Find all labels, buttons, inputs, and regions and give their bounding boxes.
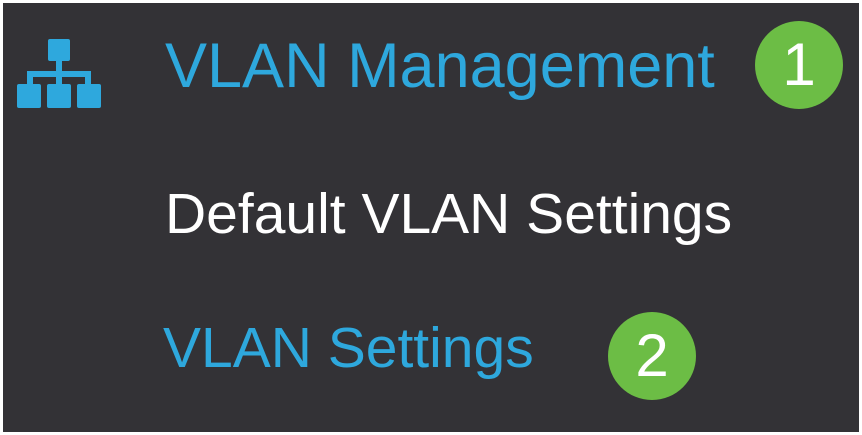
step-badge-1: 1 [755,21,843,109]
navigation-panel: VLAN Management 1 Default VLAN Settings … [0,0,862,435]
vlan-management-menu[interactable]: VLAN Management 1 [13,21,853,121]
menu-item-default-vlan-settings[interactable]: Default VLAN Settings [165,179,732,249]
network-tree-icon [17,39,101,108]
step-badge-2: 2 [608,312,696,400]
menu-item-vlan-settings[interactable]: VLAN Settings [163,313,534,383]
vlan-management-label[interactable]: VLAN Management [165,26,715,106]
